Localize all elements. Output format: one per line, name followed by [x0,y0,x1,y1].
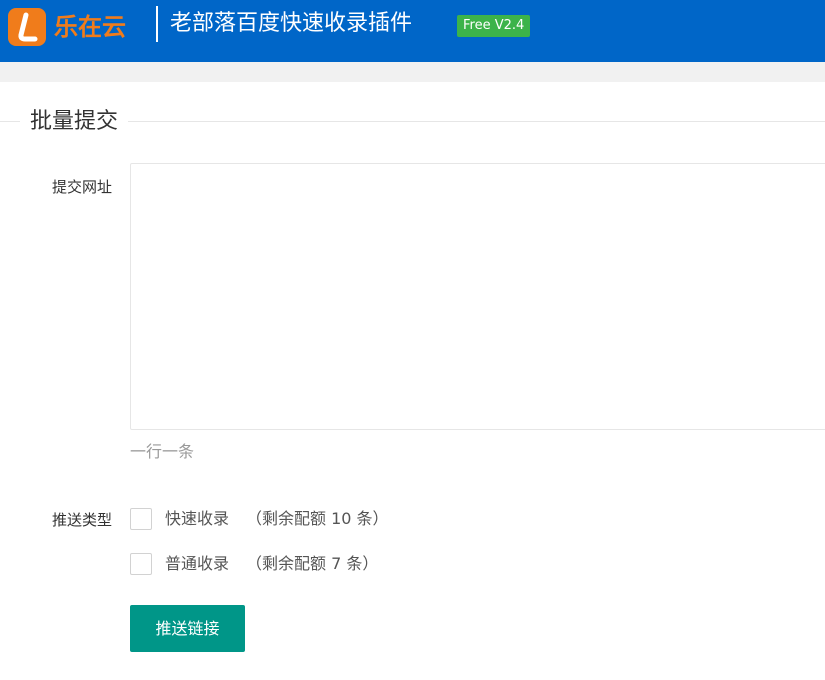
version-badge: Free V2.4 [457,15,531,37]
header-divider [156,6,158,42]
normal-index-checkbox[interactable] [130,553,152,575]
app-header: 乐在云 老部落百度快速收录插件 Free V2.4 [0,0,825,62]
url-hint: 一行一条 [130,442,195,461]
fast-index-quota: （剩余配额 10 条） [246,509,389,528]
plugin-title: 老部落百度快速收录插件 [170,11,413,36]
fast-index-label[interactable]: 快速收录 [165,508,229,530]
letter-l-logo-icon [8,8,46,46]
push-links-button[interactable]: 推送链接 [130,605,245,652]
header-spacer-band [0,62,825,82]
push-type-label: 推送类型 [51,511,112,529]
fast-index-checkbox[interactable] [130,508,152,530]
brand-logo-text: 乐在云 [54,13,126,41]
normal-index-quota: （剩余配额 7 条） [246,554,379,573]
url-field-label: 提交网址 [51,178,112,196]
normal-index-label[interactable]: 普通收录 [165,553,229,575]
section-title: 批量提交 [20,106,129,138]
url-textarea[interactable] [130,163,825,430]
